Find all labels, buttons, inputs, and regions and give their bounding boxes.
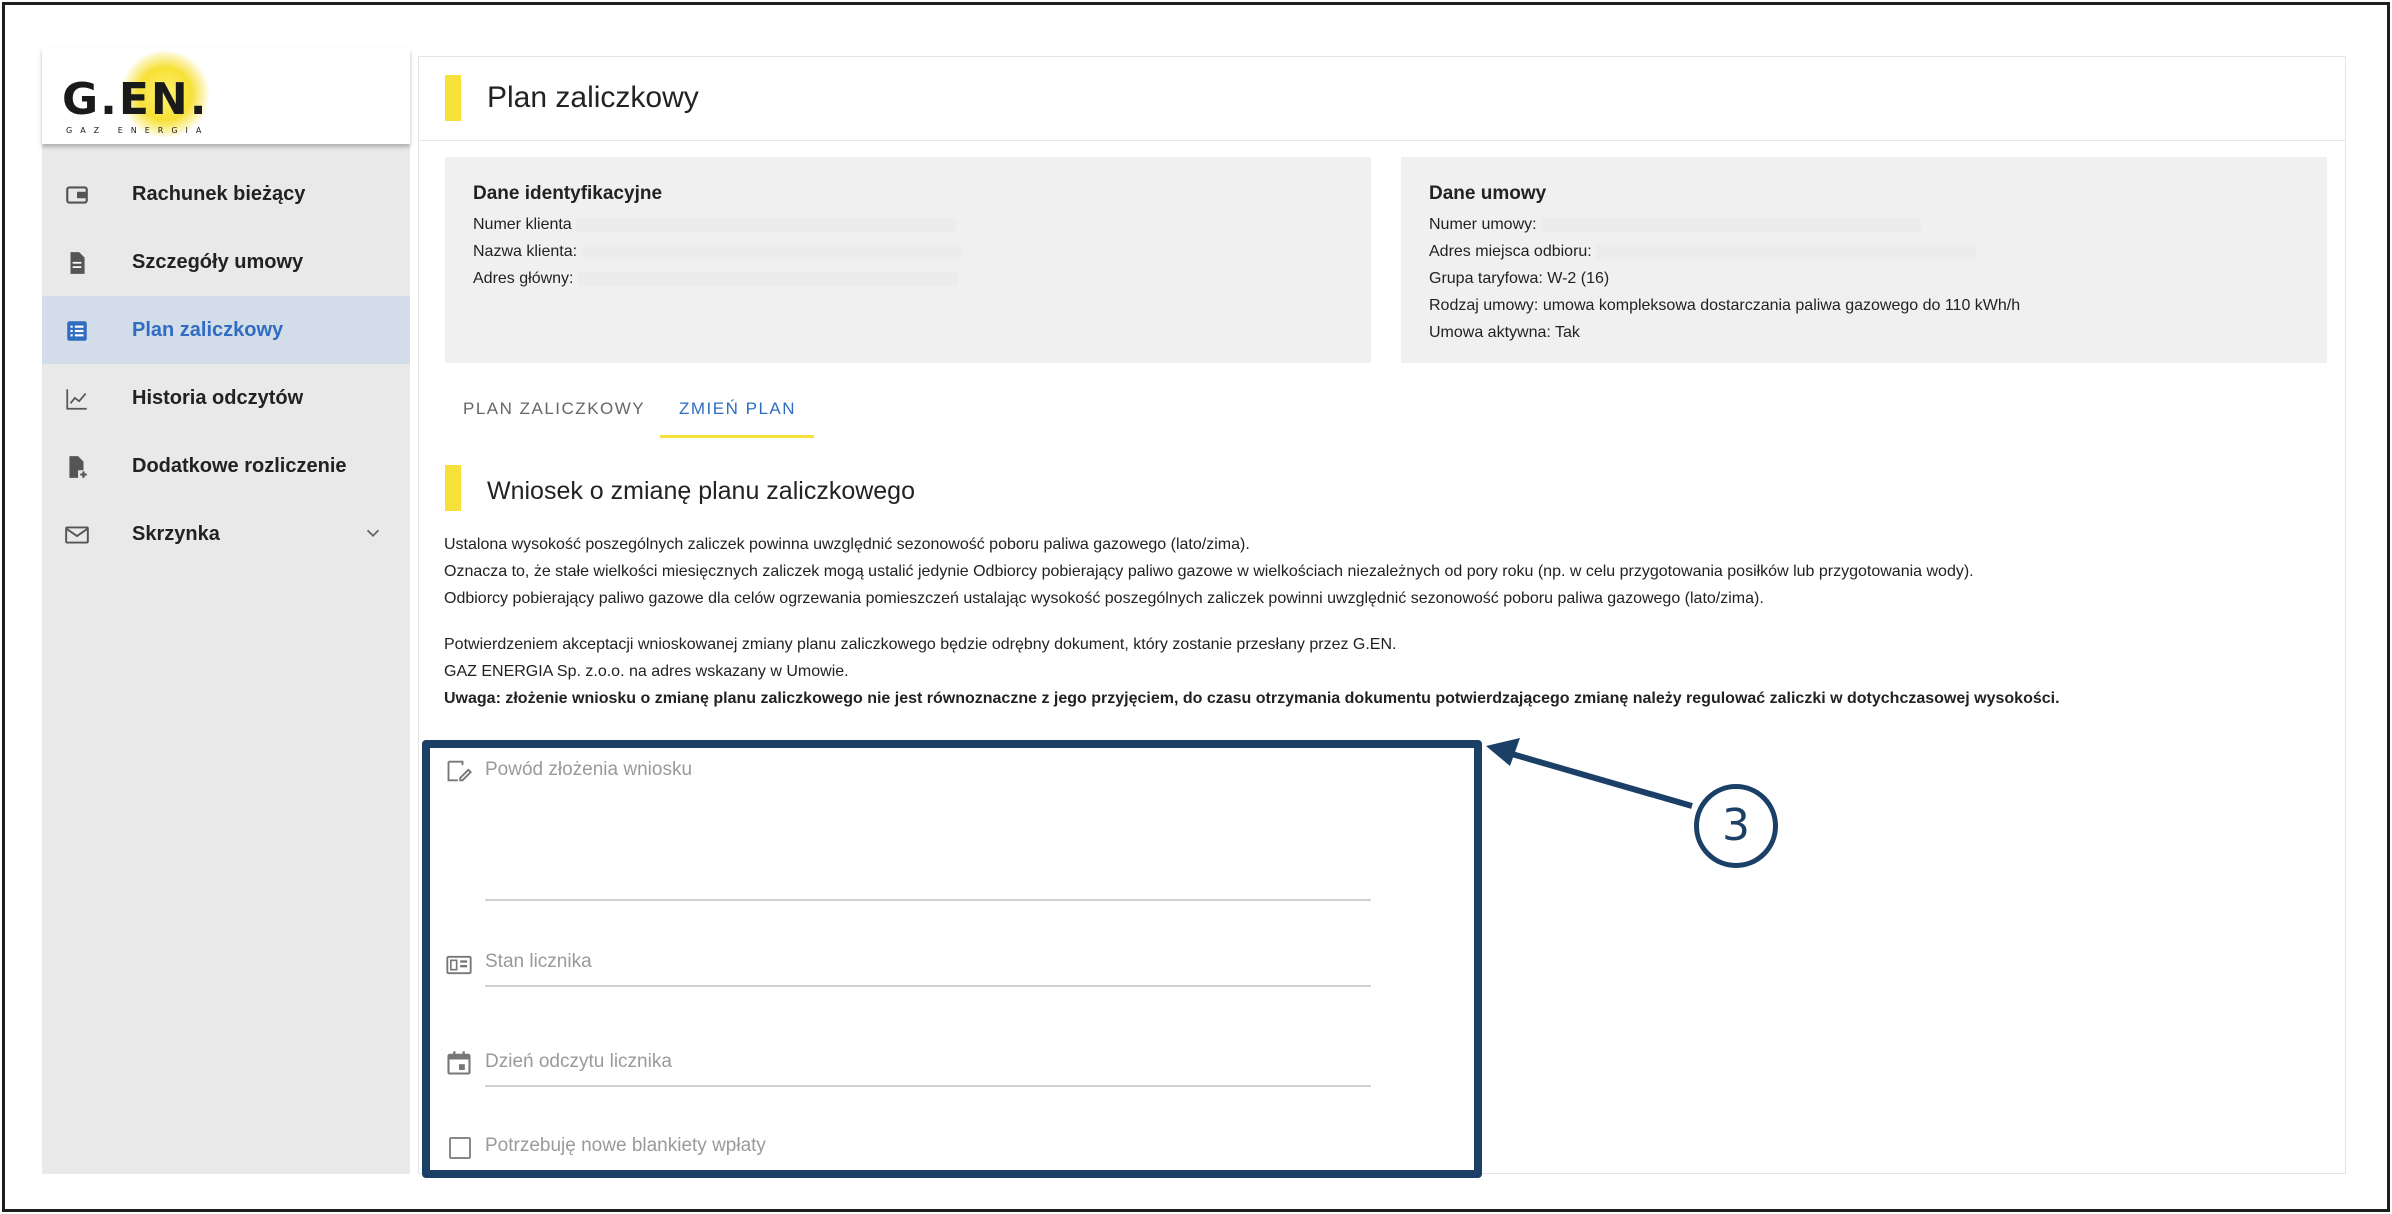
info-line-1: Ustalona wysokość poszególnych zaliczek … (444, 536, 1250, 553)
logo-text: G.EN. (62, 74, 209, 125)
logo[interactable]: G.EN. GAZ ENERGIA (42, 48, 410, 144)
sidebar-item-plan[interactable]: Plan zaliczkowy (42, 296, 410, 364)
contract-type-label: Rodzaj umowy: (1429, 297, 1539, 314)
document-plus-icon (69, 456, 87, 478)
highlight-box (422, 740, 1482, 1178)
client-number-label: Numer klienta (473, 216, 572, 233)
sidebar-item-szczegoly[interactable]: Szczegóły umowy (42, 228, 410, 296)
chevron-down-icon[interactable] (362, 522, 384, 544)
client-name-label: Nazwa klienta: (473, 243, 578, 260)
delivery-address-label: Adres miejsca odbioru: (1429, 243, 1592, 260)
section-accent (445, 465, 461, 511)
redacted-value (581, 244, 962, 259)
main-address-label: Adres główny: (473, 270, 574, 287)
sidebar: G.EN. GAZ ENERGIA Rachunek bieżący Szcze… (42, 48, 410, 1174)
chart-line-icon (66, 389, 87, 410)
sidebar-item-label: Plan zaliczkowy (132, 319, 284, 341)
sidebar-item-label: Historia odczytów (132, 387, 304, 409)
redacted-value (576, 217, 957, 232)
tab-zmien-plan[interactable]: ZMIEŃ PLAN (679, 397, 796, 421)
tariff-group: Grupa taryfowa: W-2 (16) (1429, 270, 1610, 287)
list-icon (67, 321, 87, 341)
sidebar-nav: Rachunek bieżący Szczegóły umowy Plan za… (42, 160, 410, 568)
sidebar-item-dodatkowe[interactable]: Dodatkowe rozliczenie (42, 432, 410, 500)
page-title: Plan zaliczkowy (487, 81, 699, 114)
info-line-5: GAZ ENERGIA Sp. z.o.o. na adres wskazany… (444, 663, 849, 680)
redacted-value (1596, 244, 1977, 259)
page-header: Plan zaliczkowy (419, 57, 2345, 141)
mail-icon (65, 526, 89, 544)
contract-active: Umowa aktywna: Tak (1429, 324, 1580, 341)
info-line-3: Odbiorcy pobierający paliwo gazowe dla c… (444, 590, 1764, 607)
sidebar-item-skrzynka[interactable]: Skrzynka (42, 500, 410, 568)
section-title: Wniosek o zmianę planu zaliczkowego (487, 477, 915, 505)
callout-number: 3 (1694, 784, 1778, 868)
document-icon (70, 252, 85, 274)
contract-panel: Dane umowy Numer umowy: Adres miejsca od… (1401, 157, 2327, 363)
identification-title: Dane identyfikacyjne (473, 183, 663, 204)
wallet-icon (66, 186, 88, 204)
sidebar-item-label: Dodatkowe rozliczenie (132, 455, 347, 477)
sidebar-item-historia[interactable]: Historia odczytów (42, 364, 410, 432)
redacted-value (577, 271, 958, 286)
sidebar-item-label: Rachunek bieżący (132, 183, 306, 205)
contract-title: Dane umowy (1429, 183, 1547, 204)
identification-panel: Dane identyfikacyjne Numer klienta Nazwa… (445, 157, 1371, 363)
header-accent (445, 75, 461, 121)
sidebar-item-rachunek[interactable]: Rachunek bieżący (42, 160, 410, 228)
contract-number-label: Numer umowy: (1429, 216, 1537, 233)
callout-arrow-icon (1486, 738, 1693, 809)
warning-note: Uwaga: złożenie wniosku o zmianę planu z… (444, 690, 2060, 707)
logo-subtitle: GAZ ENERGIA (66, 126, 210, 135)
redacted-value (1541, 217, 1922, 232)
tab-plan-zaliczkowy[interactable]: PLAN ZALICZKOWY (463, 397, 645, 421)
active-tab-indicator (660, 435, 814, 438)
sidebar-item-label: Skrzynka (132, 523, 220, 545)
info-line-2: Oznacza to, że stałe wielkości miesięczn… (444, 563, 1974, 580)
sidebar-item-label: Szczegóły umowy (132, 251, 304, 273)
info-line-4: Potwierdzeniem akceptacji wnioskowanej z… (444, 636, 1397, 653)
contract-type-value: umowa kompleksowa dostarczania paliwa ga… (1542, 297, 2021, 314)
